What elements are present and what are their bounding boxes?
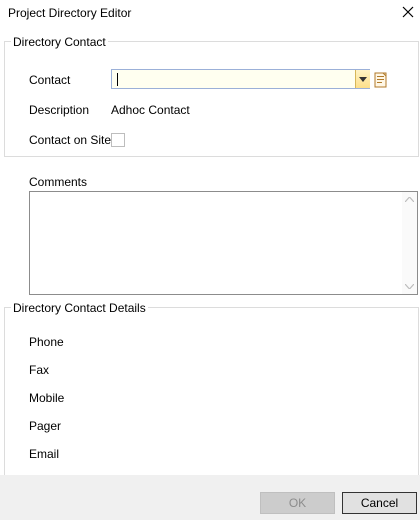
text-caret [117,73,118,86]
contact-combobox[interactable] [111,69,370,89]
mobile-label: Mobile [29,391,65,405]
phone-label: Phone [29,335,64,349]
pager-label: Pager [29,419,62,433]
comments-scrollbar[interactable] [402,192,417,294]
scroll-down-icon [405,284,414,289]
email-label: Email [29,447,60,461]
ok-button[interactable]: OK [260,492,335,514]
chevron-down-icon [359,76,367,82]
scroll-up-icon [405,197,414,202]
contact-on-site-checkbox[interactable] [111,133,125,147]
contact-dropdown-button[interactable] [355,70,370,88]
contact-on-site-label: Contact on Site [29,133,112,147]
contact-label: Contact [29,73,71,87]
description-value: Adhoc Contact [111,103,190,117]
directory-contact-details-group [4,307,419,476]
close-button[interactable] [398,2,418,22]
document-icon [374,72,387,88]
window-title: Project Directory Editor [8,6,132,20]
cancel-button[interactable]: Cancel [342,492,417,514]
directory-contact-details-legend: Directory Contact Details [11,301,148,315]
comments-label: Comments [29,175,88,189]
directory-contact-legend: Directory Contact [11,35,108,49]
description-label: Description [29,103,90,117]
fax-label: Fax [29,363,50,377]
comments-textarea[interactable] [29,191,418,295]
close-icon [402,6,414,18]
contact-lookup-button[interactable] [374,72,388,88]
